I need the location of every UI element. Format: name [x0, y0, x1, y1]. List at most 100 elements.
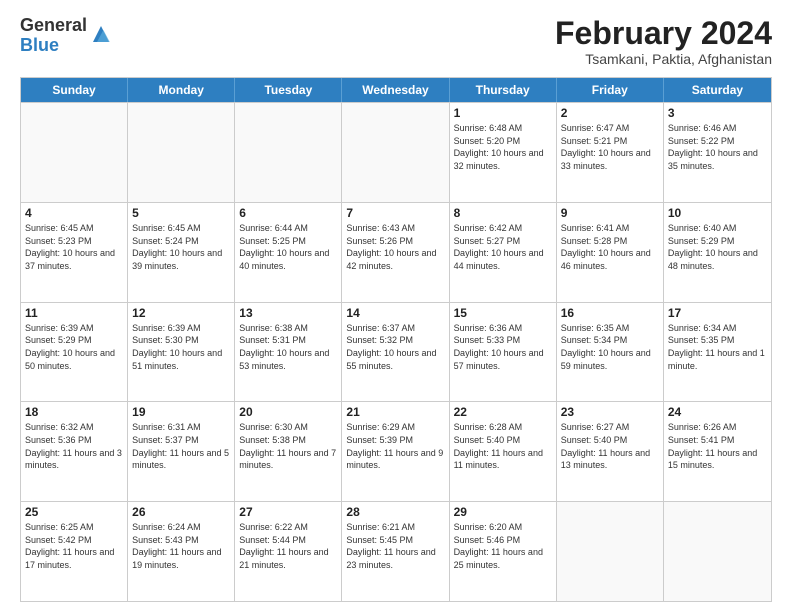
day-info: Sunrise: 6:25 AM Sunset: 5:42 PM Dayligh…	[25, 521, 123, 571]
day-info: Sunrise: 6:40 AM Sunset: 5:29 PM Dayligh…	[668, 222, 767, 272]
calendar-day-cell: 1 Sunrise: 6:48 AM Sunset: 5:20 PM Daylig…	[450, 103, 557, 202]
calendar-empty-cell	[664, 502, 771, 601]
calendar-day-cell: 27Sunrise: 6:22 AM Sunset: 5:44 PM Dayli…	[235, 502, 342, 601]
day-number: 16	[561, 306, 659, 320]
calendar-day-cell: 13 Sunrise: 6:38 AM Sunset: 5:31 PM Dayli…	[235, 303, 342, 402]
day-info: Sunrise: 6:29 AM Sunset: 5:39 PM Dayligh…	[346, 421, 444, 471]
calendar-empty-cell	[128, 103, 235, 202]
day-number: 21	[346, 405, 444, 419]
calendar-day-cell: 25Sunrise: 6:25 AM Sunset: 5:42 PM Dayli…	[21, 502, 128, 601]
day-number: 5	[132, 206, 230, 220]
day-info: Sunrise: 6:31 AM Sunset: 5:37 PM Dayligh…	[132, 421, 230, 471]
cal-header-day: Sunday	[21, 78, 128, 102]
day-info: Sunrise: 6:34 AM Sunset: 5:35 PM Dayligh…	[668, 322, 767, 372]
day-number: 22	[454, 405, 552, 419]
day-info: Sunrise: 6:41 AM Sunset: 5:28 PM Dayligh…	[561, 222, 659, 272]
day-number: 1	[454, 106, 552, 120]
calendar-week-row: 18 Sunrise: 6:32 AM Sunset: 5:36 PM Dayli…	[21, 401, 771, 501]
day-number: 15	[454, 306, 552, 320]
day-info: Sunrise: 6:42 AM Sunset: 5:27 PM Dayligh…	[454, 222, 552, 272]
day-info: Sunrise: 6:22 AM Sunset: 5:44 PM Dayligh…	[239, 521, 337, 571]
day-info: Sunrise: 6:43 AM Sunset: 5:26 PM Dayligh…	[346, 222, 444, 272]
day-info: Sunrise: 6:32 AM Sunset: 5:36 PM Dayligh…	[25, 421, 123, 471]
calendar-day-cell: 18 Sunrise: 6:32 AM Sunset: 5:36 PM Dayli…	[21, 402, 128, 501]
day-info: Sunrise: 6:45 AM Sunset: 5:23 PM Dayligh…	[25, 222, 123, 272]
calendar-week-row: 1 Sunrise: 6:48 AM Sunset: 5:20 PM Daylig…	[21, 102, 771, 202]
calendar-week-row: 4 Sunrise: 6:45 AM Sunset: 5:23 PM Daylig…	[21, 202, 771, 302]
calendar-header: SundayMondayTuesdayWednesdayThursdayFrid…	[21, 78, 771, 102]
day-info: Sunrise: 6:35 AM Sunset: 5:34 PM Dayligh…	[561, 322, 659, 372]
day-info: Sunrise: 6:30 AM Sunset: 5:38 PM Dayligh…	[239, 421, 337, 471]
calendar-day-cell: 26 Sunrise: 6:24 AM Sunset: 5:43 PM Dayli…	[128, 502, 235, 601]
day-info: Sunrise: 6:21 AM Sunset: 5:45 PM Dayligh…	[346, 521, 444, 571]
calendar-day-cell: 29Sunrise: 6:20 AM Sunset: 5:46 PM Dayli…	[450, 502, 557, 601]
day-number: 13	[239, 306, 337, 320]
day-info: Sunrise: 6:28 AM Sunset: 5:40 PM Dayligh…	[454, 421, 552, 471]
logo-blue: Blue	[20, 36, 87, 56]
day-info: Sunrise: 6:26 AM Sunset: 5:41 PM Dayligh…	[668, 421, 767, 471]
calendar-day-cell: 10Sunrise: 6:40 AM Sunset: 5:29 PM Dayli…	[664, 203, 771, 302]
cal-header-day: Tuesday	[235, 78, 342, 102]
day-info: Sunrise: 6:24 AM Sunset: 5:43 PM Dayligh…	[132, 521, 230, 571]
day-info: Sunrise: 6:48 AM Sunset: 5:20 PM Dayligh…	[454, 122, 552, 172]
day-number: 17	[668, 306, 767, 320]
day-number: 20	[239, 405, 337, 419]
calendar-day-cell: 4 Sunrise: 6:45 AM Sunset: 5:23 PM Daylig…	[21, 203, 128, 302]
calendar-day-cell: 19Sunrise: 6:31 AM Sunset: 5:37 PM Dayli…	[128, 402, 235, 501]
day-number: 11	[25, 306, 123, 320]
cal-header-day: Wednesday	[342, 78, 449, 102]
day-info: Sunrise: 6:39 AM Sunset: 5:30 PM Dayligh…	[132, 322, 230, 372]
day-info: Sunrise: 6:37 AM Sunset: 5:32 PM Dayligh…	[346, 322, 444, 372]
calendar-day-cell: 24 Sunrise: 6:26 AM Sunset: 5:41 PM Dayli…	[664, 402, 771, 501]
logo: General Blue	[20, 16, 113, 56]
day-number: 9	[561, 206, 659, 220]
cal-header-day: Saturday	[664, 78, 771, 102]
calendar-day-cell: 21 Sunrise: 6:29 AM Sunset: 5:39 PM Dayli…	[342, 402, 449, 501]
calendar-empty-cell	[235, 103, 342, 202]
calendar-empty-cell	[557, 502, 664, 601]
calendar-week-row: 25Sunrise: 6:25 AM Sunset: 5:42 PM Dayli…	[21, 501, 771, 601]
calendar-day-cell: 3 Sunrise: 6:46 AM Sunset: 5:22 PM Daylig…	[664, 103, 771, 202]
calendar-day-cell: 12 Sunrise: 6:39 AM Sunset: 5:30 PM Dayli…	[128, 303, 235, 402]
day-info: Sunrise: 6:38 AM Sunset: 5:31 PM Dayligh…	[239, 322, 337, 372]
day-number: 6	[239, 206, 337, 220]
logo-text: General Blue	[20, 16, 87, 56]
calendar-day-cell: 22 Sunrise: 6:28 AM Sunset: 5:40 PM Dayli…	[450, 402, 557, 501]
calendar-day-cell: 11 Sunrise: 6:39 AM Sunset: 5:29 PM Dayli…	[21, 303, 128, 402]
day-number: 4	[25, 206, 123, 220]
calendar-day-cell: 9 Sunrise: 6:41 AM Sunset: 5:28 PM Daylig…	[557, 203, 664, 302]
day-info: Sunrise: 6:36 AM Sunset: 5:33 PM Dayligh…	[454, 322, 552, 372]
day-number: 24	[668, 405, 767, 419]
day-number: 2	[561, 106, 659, 120]
calendar-empty-cell	[21, 103, 128, 202]
cal-header-day: Friday	[557, 78, 664, 102]
day-number: 18	[25, 405, 123, 419]
day-number: 7	[346, 206, 444, 220]
calendar-day-cell: 17 Sunrise: 6:34 AM Sunset: 5:35 PM Dayli…	[664, 303, 771, 402]
day-number: 12	[132, 306, 230, 320]
day-number: 26	[132, 505, 230, 519]
day-number: 23	[561, 405, 659, 419]
calendar-day-cell: 28 Sunrise: 6:21 AM Sunset: 5:45 PM Dayli…	[342, 502, 449, 601]
calendar-day-cell: 15 Sunrise: 6:36 AM Sunset: 5:33 PM Dayli…	[450, 303, 557, 402]
day-number: 3	[668, 106, 767, 120]
page: General Blue February 2024 Tsamkani, Pak…	[0, 0, 792, 612]
day-number: 28	[346, 505, 444, 519]
calendar: SundayMondayTuesdayWednesdayThursdayFrid…	[20, 77, 772, 602]
calendar-day-cell: 16 Sunrise: 6:35 AM Sunset: 5:34 PM Dayli…	[557, 303, 664, 402]
day-info: Sunrise: 6:46 AM Sunset: 5:22 PM Dayligh…	[668, 122, 767, 172]
calendar-day-cell: 23 Sunrise: 6:27 AM Sunset: 5:40 PM Dayli…	[557, 402, 664, 501]
cal-header-day: Monday	[128, 78, 235, 102]
day-info: Sunrise: 6:39 AM Sunset: 5:29 PM Dayligh…	[25, 322, 123, 372]
calendar-week-row: 11 Sunrise: 6:39 AM Sunset: 5:29 PM Dayli…	[21, 302, 771, 402]
location: Tsamkani, Paktia, Afghanistan	[555, 51, 772, 67]
calendar-body: 1 Sunrise: 6:48 AM Sunset: 5:20 PM Daylig…	[21, 102, 771, 601]
day-info: Sunrise: 6:27 AM Sunset: 5:40 PM Dayligh…	[561, 421, 659, 471]
day-info: Sunrise: 6:20 AM Sunset: 5:46 PM Dayligh…	[454, 521, 552, 571]
calendar-day-cell: 8Sunrise: 6:42 AM Sunset: 5:27 PM Daylig…	[450, 203, 557, 302]
calendar-day-cell: 6Sunrise: 6:44 AM Sunset: 5:25 PM Daylig…	[235, 203, 342, 302]
calendar-day-cell: 14Sunrise: 6:37 AM Sunset: 5:32 PM Dayli…	[342, 303, 449, 402]
logo-general: General	[20, 16, 87, 36]
calendar-day-cell: 20 Sunrise: 6:30 AM Sunset: 5:38 PM Dayli…	[235, 402, 342, 501]
day-info: Sunrise: 6:45 AM Sunset: 5:24 PM Dayligh…	[132, 222, 230, 272]
